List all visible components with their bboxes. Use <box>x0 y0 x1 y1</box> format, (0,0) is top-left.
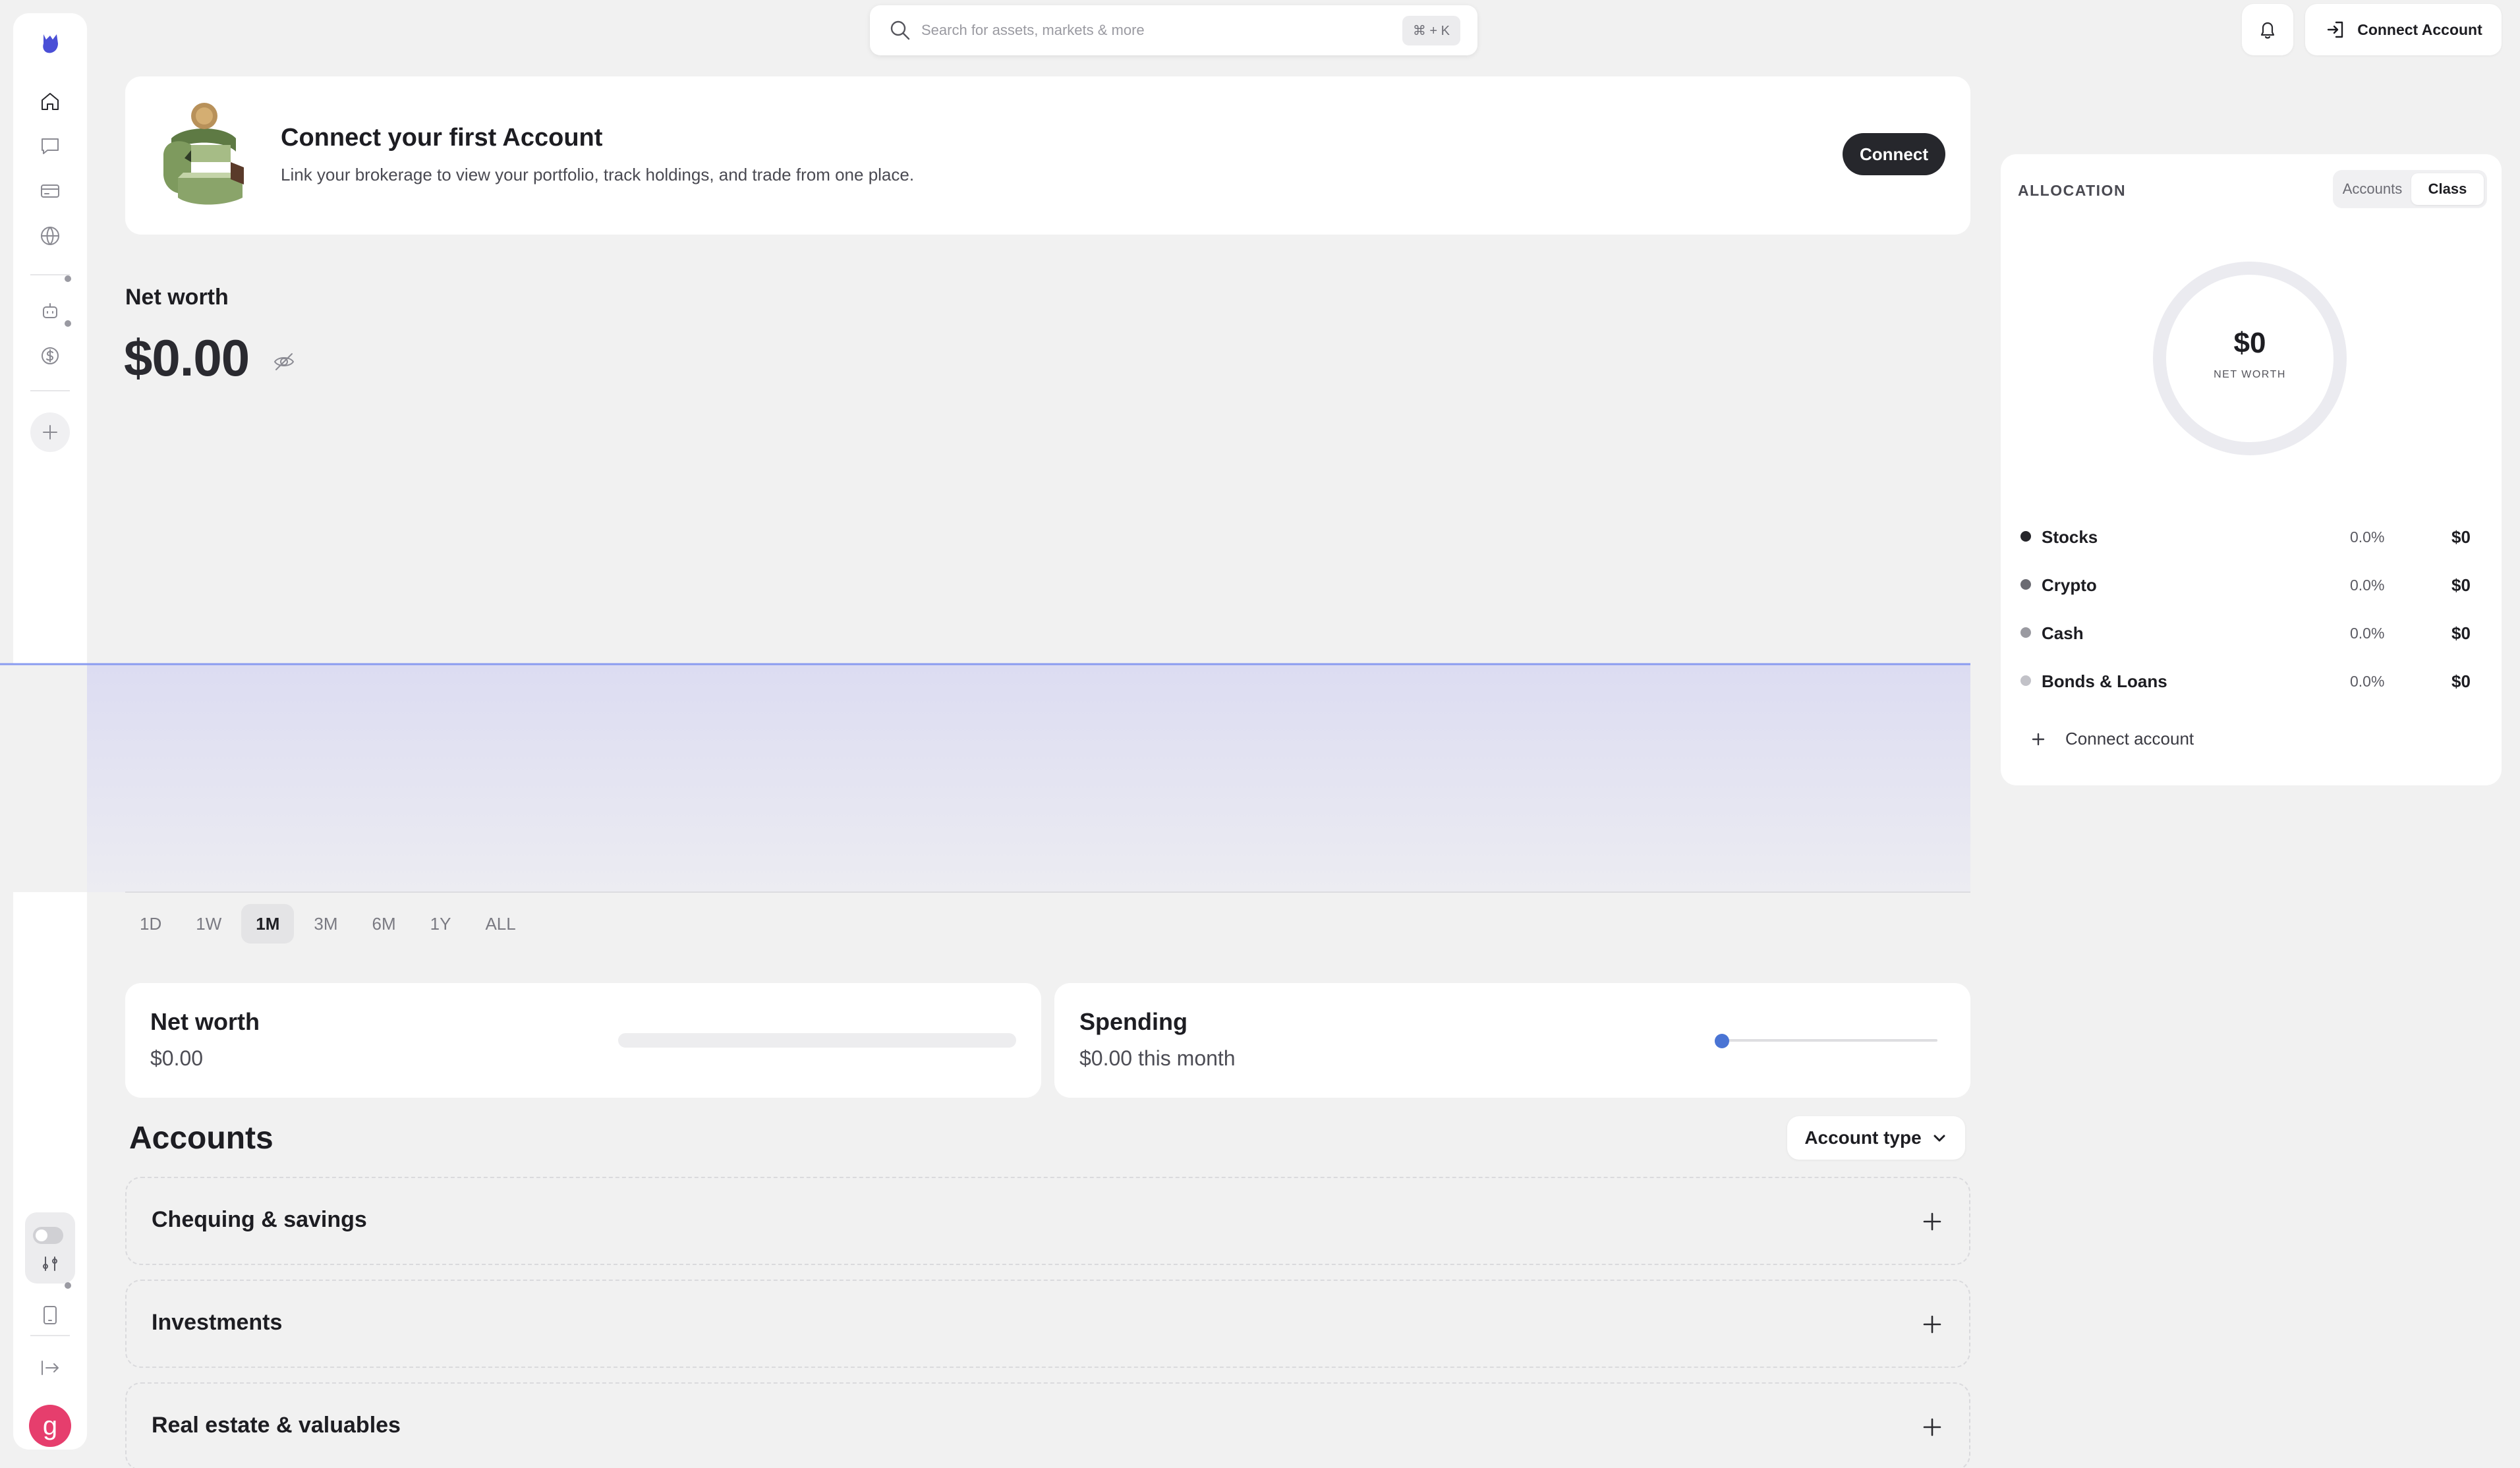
allocation-percent: 0.0% <box>2350 577 2385 594</box>
plus-icon <box>2030 731 2047 748</box>
allocation-percent: 0.0% <box>2350 528 2385 546</box>
dollar-icon[interactable] <box>29 335 71 377</box>
allocation-row[interactable]: Cash 0.0% $0 <box>2020 619 2482 646</box>
allocation-name: Cash <box>2042 623 2084 643</box>
net-worth-label: Net worth <box>125 285 229 310</box>
search-input[interactable]: Search for assets, markets & more <box>921 22 1402 39</box>
account-group-label: Real estate & valuables <box>152 1413 401 1438</box>
tab-accounts[interactable]: Accounts <box>2336 173 2409 205</box>
allocation-amount: $0 <box>2451 527 2471 547</box>
spending-slider-handle[interactable] <box>1715 1034 1729 1048</box>
spending-card[interactable]: Spending $0.00 this month <box>1054 983 1970 1098</box>
sliders-icon[interactable] <box>37 1251 63 1277</box>
account-group-label: Chequing & savings <box>152 1207 367 1232</box>
sidebar-divider <box>30 274 70 275</box>
net-worth-value: $0.00 <box>124 329 250 387</box>
tab-class[interactable]: Class <box>2411 173 2484 205</box>
sidebar-divider <box>30 1335 70 1336</box>
accounts-title: Accounts <box>129 1121 273 1156</box>
add-icon[interactable] <box>1918 1207 1947 1236</box>
bell-icon <box>2256 18 2279 42</box>
add-icon[interactable] <box>1918 1310 1947 1339</box>
connect-account-label: Connect Account <box>2357 20 2482 38</box>
range-1m[interactable]: 1M <box>241 904 295 944</box>
chat-icon[interactable] <box>29 125 71 167</box>
range-1d[interactable]: 1D <box>125 904 176 944</box>
logout-icon[interactable] <box>29 1347 71 1389</box>
tablet-icon[interactable] <box>29 1294 71 1336</box>
card-title: Spending <box>1079 1008 1188 1035</box>
connect-account-link-label: Connect account <box>2065 729 2194 748</box>
allocation-amount: $0 <box>2451 671 2471 691</box>
hide-balance-icon[interactable] <box>272 349 297 374</box>
card-title: Net worth <box>150 1008 260 1035</box>
card-value: $0.00 this month <box>1079 1046 1236 1070</box>
notification-dot <box>65 275 71 282</box>
legend-dot <box>2020 627 2031 638</box>
legend-dot <box>2020 675 2031 686</box>
net-worth-card[interactable]: Net worth $0.00 <box>125 983 1041 1098</box>
avatar[interactable]: g <box>29 1405 71 1447</box>
allocation-panel: ALLOCATION Accounts Class $0 NET WORTH St… <box>2001 154 2502 785</box>
account-type-dropdown[interactable]: Account type <box>1787 1116 1965 1160</box>
allocation-percent: 0.0% <box>2350 625 2385 642</box>
add-icon[interactable] <box>1918 1413 1947 1442</box>
legend-dot <box>2020 531 2031 542</box>
connect-banner: Connect your first Account Link your bro… <box>125 76 1970 235</box>
chevron-down-icon <box>1931 1129 1948 1146</box>
card-icon[interactable] <box>29 170 71 212</box>
range-1y[interactable]: 1Y <box>416 904 466 944</box>
legend-dot <box>2020 579 2031 590</box>
allocation-row[interactable]: Stocks 0.0% $0 <box>2020 523 2482 550</box>
globe-icon[interactable] <box>29 215 71 257</box>
connect-account-link[interactable]: Connect account <box>2030 729 2194 749</box>
notification-dot <box>65 320 71 327</box>
search-shortcut: ⌘ + K <box>1402 15 1460 45</box>
time-range-selector: 1D 1W 1M 3M 6M 1Y ALL <box>125 904 530 944</box>
net-worth-bar <box>618 1033 1016 1048</box>
allocation-name: Stocks <box>2042 527 2098 547</box>
account-group[interactable]: Investments <box>125 1280 1970 1368</box>
banner-title: Connect your first Account <box>281 124 603 152</box>
banner-description: Link your brokerage to view your portfol… <box>281 165 915 184</box>
money-stack-illustration <box>152 99 257 212</box>
allocation-tabs: Accounts Class <box>2333 170 2487 208</box>
allocation-row[interactable]: Bonds & Loans 0.0% $0 <box>2020 667 2482 694</box>
search-icon <box>888 18 912 42</box>
account-group-label: Investments <box>152 1310 283 1335</box>
connect-button[interactable]: Connect <box>1843 133 1945 175</box>
notifications-button[interactable] <box>2242 4 2293 55</box>
chart-sidebar-gap <box>0 664 87 892</box>
sidebar-divider <box>30 390 70 391</box>
sidebar-tools <box>25 1212 75 1284</box>
allocation-name: Bonds & Loans <box>2042 671 2167 691</box>
account-type-label: Account type <box>1804 1127 1922 1148</box>
donut-total: $0 <box>2233 327 2266 359</box>
range-3m[interactable]: 3M <box>299 904 352 944</box>
net-worth-chart[interactable] <box>0 663 1970 893</box>
allocation-percent: 0.0% <box>2350 673 2385 690</box>
theme-toggle[interactable] <box>33 1227 63 1244</box>
donut-total-label: NET WORTH <box>2214 369 2286 380</box>
account-group[interactable]: Real estate & valuables <box>125 1382 1970 1468</box>
add-icon[interactable] <box>30 412 70 452</box>
home-icon[interactable] <box>29 80 71 123</box>
range-1w[interactable]: 1W <box>181 904 236 944</box>
allocation-title: ALLOCATION <box>2018 182 2127 199</box>
range-all[interactable]: ALL <box>471 904 530 944</box>
chart-area-fill <box>0 664 1970 892</box>
allocation-name: Crypto <box>2042 575 2097 595</box>
range-6m[interactable]: 6M <box>358 904 411 944</box>
notification-dot <box>65 1282 71 1289</box>
allocation-row[interactable]: Crypto 0.0% $0 <box>2020 571 2482 598</box>
card-value: $0.00 <box>150 1046 204 1070</box>
login-icon <box>2324 18 2347 41</box>
allocation-amount: $0 <box>2451 623 2471 643</box>
connect-account-button[interactable]: Connect Account <box>2305 4 2502 55</box>
account-group[interactable]: Chequing & savings <box>125 1177 1970 1265</box>
spending-slider-track <box>1719 1039 1937 1042</box>
search-bar[interactable]: Search for assets, markets & more ⌘ + K <box>870 5 1477 55</box>
allocation-amount: $0 <box>2451 575 2471 595</box>
logo-icon[interactable] <box>29 22 71 65</box>
